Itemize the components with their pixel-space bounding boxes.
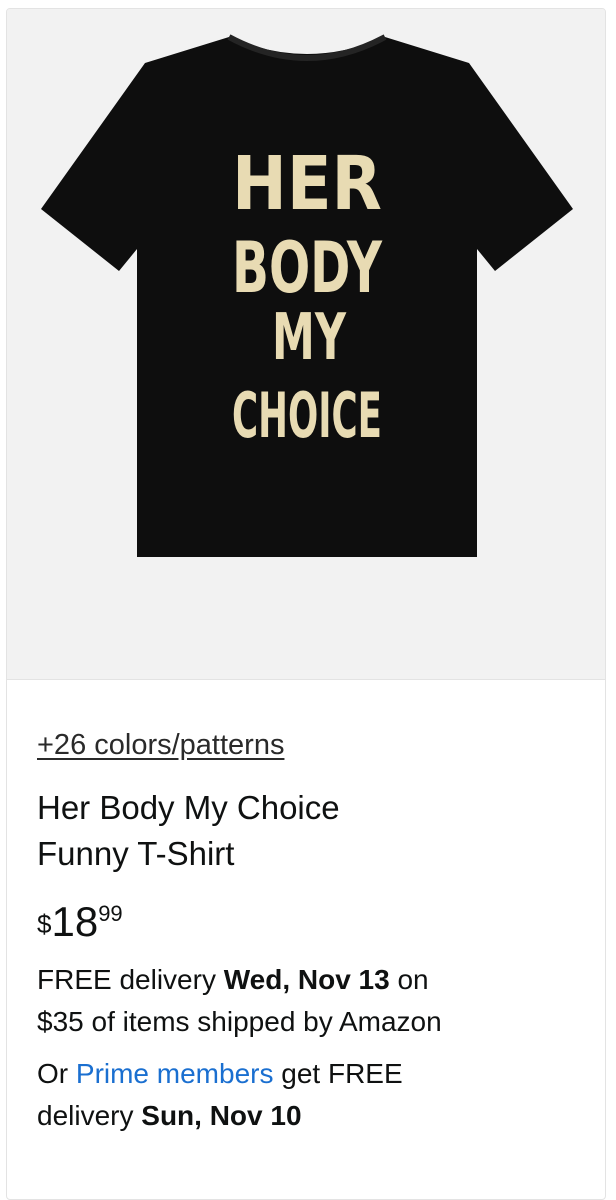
print-line-body: BODY	[232, 227, 383, 309]
delivery-info: FREE delivery Wed, Nov 13 on $35 of item…	[37, 959, 597, 1043]
price-symbol: $	[37, 909, 52, 939]
prime-suffix: get FREE	[273, 1058, 403, 1089]
delivery-date: Wed, Nov 13	[223, 964, 390, 995]
prime-members-link[interactable]: Prime members	[76, 1058, 274, 1089]
product-details: +26 colors/patterns Her Body My Choice F…	[37, 727, 597, 1137]
prime-delivery-prefix: delivery	[37, 1100, 142, 1131]
delivery-threshold: $35 of items shipped by Amazon	[37, 1006, 442, 1037]
prime-delivery-date: Sun, Nov 10	[141, 1100, 302, 1131]
colors-patterns-link[interactable]: +26 colors/patterns	[37, 727, 284, 763]
product-card[interactable]: HER BODY MY CHOICE +26 colors/patterns H…	[6, 8, 606, 1200]
print-line-choice: CHOICE	[232, 379, 382, 452]
prime-delivery-info: Or Prime members get FREE delivery Sun, …	[37, 1053, 597, 1137]
print-line-my: MY	[272, 301, 346, 375]
prime-prefix: Or	[37, 1058, 76, 1089]
price: $ 18 99	[37, 897, 597, 949]
delivery-text-on: on	[389, 964, 429, 995]
price-whole: 18	[51, 898, 99, 945]
delivery-text: FREE delivery	[37, 964, 224, 995]
price-fraction: 99	[98, 901, 123, 926]
product-image[interactable]: HER BODY MY CHOICE	[7, 9, 605, 679]
product-title-line-2[interactable]: Funny T-Shirt	[37, 831, 597, 877]
print-line-her: HER	[232, 141, 382, 227]
product-image-area[interactable]: HER BODY MY CHOICE	[7, 9, 605, 680]
product-title-line-1[interactable]: Her Body My Choice	[37, 785, 597, 831]
